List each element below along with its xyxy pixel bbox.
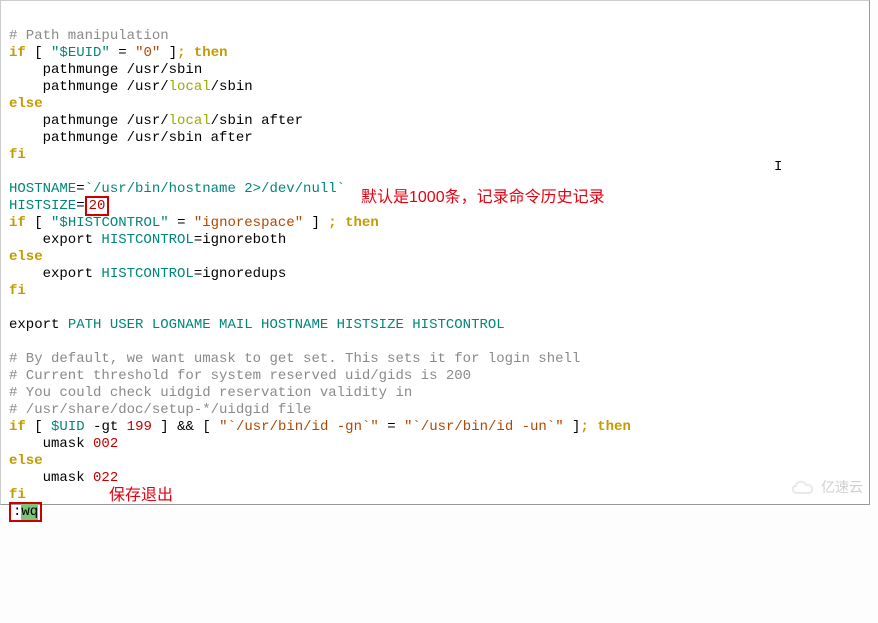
text-cursor-icon: I [774, 159, 782, 176]
line-export-ignoredups: export HISTCONTROL=ignoredups [9, 266, 286, 282]
kw-then: ; then [177, 45, 227, 61]
brace: ] [169, 45, 177, 61]
kw-fi: fi [9, 283, 26, 299]
line-if-uid: if [ $UID -gt 199 ] && [ "`/usr/bin/id -… [9, 419, 631, 435]
comment-umask-2: # Current threshold for system reserved … [9, 368, 471, 384]
annotation-save-quit: 保存退出 [109, 487, 173, 504]
watermark-text: 亿速云 [821, 479, 863, 496]
str-zero: "0" [135, 45, 160, 61]
histsize-value-box: 20 [85, 196, 110, 216]
line-histsize: HISTSIZE=20 [9, 196, 109, 216]
var-euid: "$EUID" [51, 45, 110, 61]
line-pathmunge-sbin: pathmunge /usr/sbin [9, 62, 202, 78]
code-editor: # Path manipulation if [ "$EUID" = "0" ]… [0, 0, 870, 505]
kw-fi: fi [9, 487, 26, 503]
line-pathmunge-sbin-after: pathmunge /usr/sbin after [9, 130, 253, 146]
kw-else: else [9, 249, 43, 265]
line-pathmunge-local-sbin-after: pathmunge /usr/local/sbin after [9, 113, 303, 129]
brace: [ [34, 45, 42, 61]
line-pathmunge-local-sbin: pathmunge /usr/local/sbin [9, 79, 253, 95]
line-umask-022: umask 022 [9, 470, 118, 486]
comment-path-manipulation: # Path manipulation [9, 28, 169, 44]
kw-else: else [9, 96, 43, 112]
op-eq: = [118, 45, 126, 61]
kw-else: else [9, 453, 43, 469]
line-export-ignoreboth: export HISTCONTROL=ignoreboth [9, 232, 286, 248]
comment-umask-3: # You could check uidgid reservation val… [9, 385, 412, 401]
comment-umask-1: # By default, we want umask to get set. … [9, 351, 580, 367]
kw-if: if [9, 45, 26, 61]
annotation-histsize: 默认是1000条，记录命令历史记录 [361, 189, 605, 206]
watermark: 亿速云 [789, 478, 863, 496]
kw-fi: fi [9, 147, 26, 163]
line-if-histcontrol: if [ "$HISTCONTROL" = "ignorespace" ] ; … [9, 215, 379, 231]
cloud-icon [789, 478, 817, 496]
line-hostname: HOSTNAME=`/usr/bin/hostname 2>/dev/null` [9, 181, 345, 197]
line-umask-002: umask 002 [9, 436, 118, 452]
comment-umask-4: # /usr/share/doc/setup-*/uidgid file [9, 402, 311, 418]
line-export-vars: export PATH USER LOGNAME MAIL HOSTNAME H… [9, 317, 505, 333]
line-wq: :wq [9, 502, 42, 522]
wq-box: :wq [9, 502, 42, 522]
